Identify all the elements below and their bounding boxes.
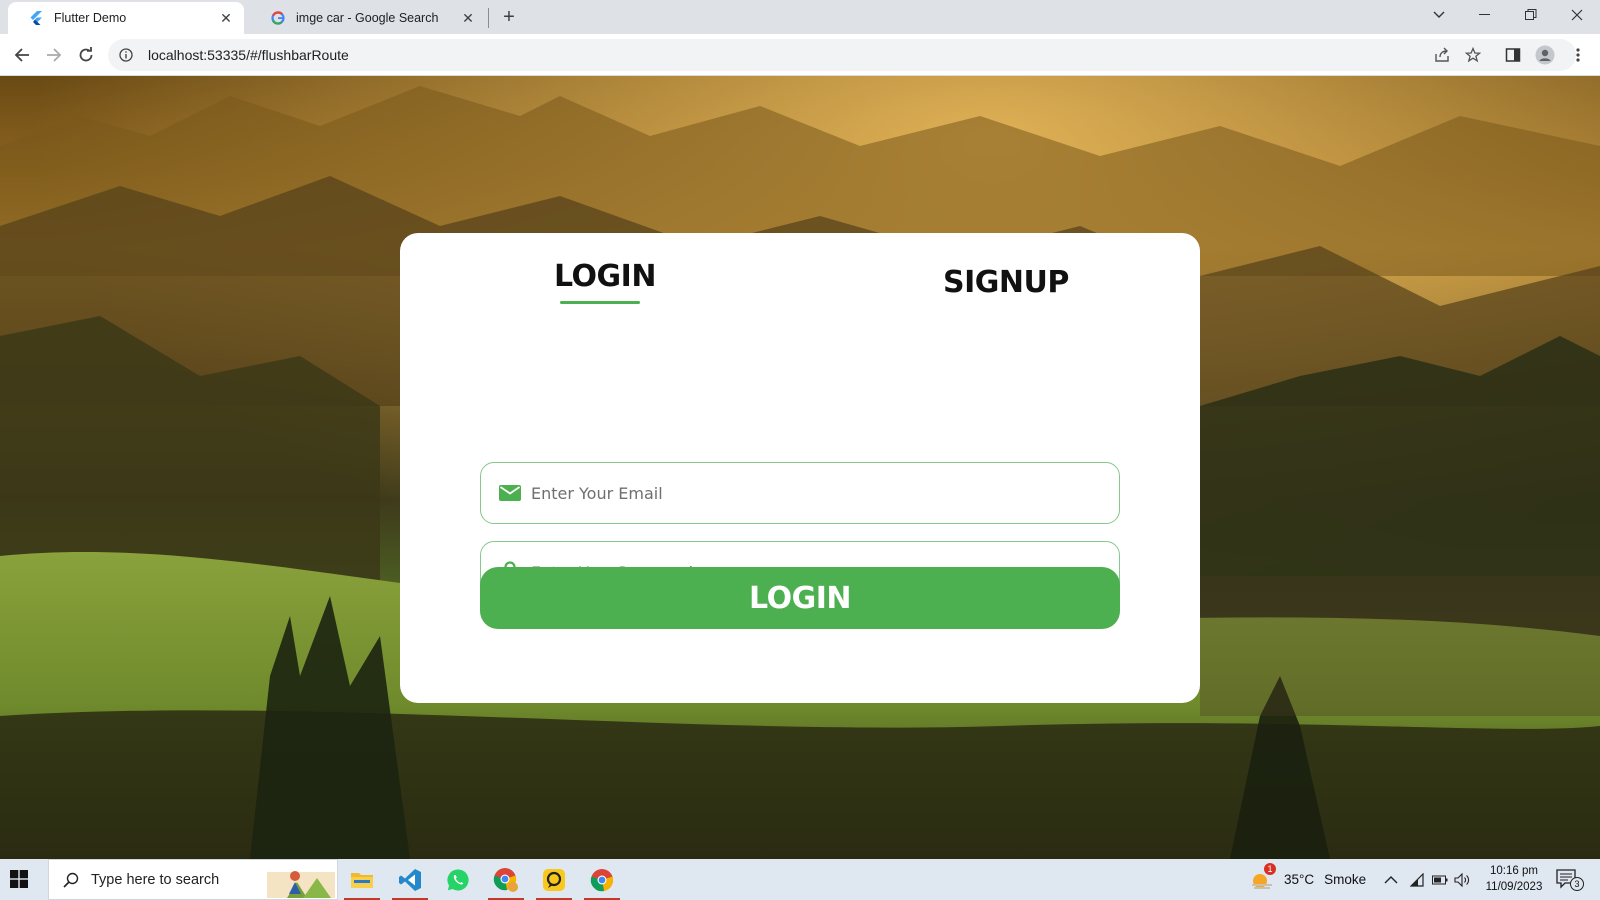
url-text: localhost:53335/#/flushbarRoute [148, 47, 349, 63]
bookmark-star-icon[interactable] [1461, 43, 1485, 67]
weather-temp: 35°C [1284, 872, 1315, 887]
taskbar: Type here to search 1 35°C Smoke 10:16 p… [0, 859, 1600, 900]
close-icon[interactable]: ✕ [218, 10, 234, 26]
login-card: LOGIN SIGNUP LOGIN [400, 233, 1200, 703]
tab-strip: Flutter Demo ✕ imge car - Google Search … [0, 0, 1600, 34]
new-tab-button[interactable]: + [498, 6, 520, 28]
chrome-icon[interactable] [578, 859, 626, 900]
show-hidden-icons[interactable] [1384, 859, 1398, 900]
tab-title: imge car - Google Search [296, 11, 439, 25]
tab-login[interactable]: LOGIN [554, 259, 656, 294]
active-tab-indicator [560, 301, 640, 304]
search-highlight-icon [267, 864, 335, 900]
tab-separator [488, 8, 489, 28]
email-field[interactable] [480, 462, 1120, 524]
close-icon[interactable]: ✕ [460, 10, 476, 26]
info-icon[interactable] [118, 47, 134, 63]
chrome-profile-icon[interactable] [482, 859, 530, 900]
system-clock[interactable]: 10:16 pm 11/09/2023 [1480, 863, 1548, 895]
share-icon[interactable] [1430, 43, 1454, 67]
menu-dots-icon[interactable] [1566, 43, 1590, 67]
email-input[interactable] [531, 483, 1091, 503]
file-explorer-icon[interactable] [338, 859, 386, 900]
mail-icon [499, 482, 521, 504]
volume-icon[interactable] [1454, 859, 1470, 900]
chat-app-icon[interactable] [530, 859, 578, 900]
weather-alert-badge: 1 [1264, 862, 1276, 875]
reload-icon[interactable] [74, 43, 98, 67]
side-panel-icon[interactable] [1501, 43, 1525, 67]
back-icon[interactable] [10, 43, 34, 67]
page-viewport: LOGIN SIGNUP LOGIN [0, 76, 1600, 859]
network-icon[interactable] [1410, 859, 1424, 900]
tab-flutter-demo[interactable]: Flutter Demo ✕ [8, 2, 244, 34]
forward-icon[interactable] [42, 43, 66, 67]
search-placeholder: Type here to search [91, 871, 220, 888]
whatsapp-icon[interactable] [434, 859, 482, 900]
vscode-icon[interactable] [386, 859, 434, 900]
notification-count-badge: 3 [1570, 877, 1584, 891]
tab-google-search[interactable]: imge car - Google Search ✕ [250, 2, 486, 34]
taskbar-search[interactable]: Type here to search [48, 859, 338, 900]
notification-icon[interactable]: 3 [1556, 869, 1584, 891]
search-icon [61, 870, 81, 890]
flutter-icon [28, 10, 44, 26]
weather-condition: Smoke [1324, 872, 1367, 887]
windows-start-icon[interactable] [10, 870, 30, 890]
tab-title: Flutter Demo [54, 11, 127, 25]
login-button[interactable]: LOGIN [480, 567, 1120, 629]
address-bar[interactable]: localhost:53335/#/flushbarRoute [108, 39, 1576, 71]
browser-toolbar: localhost:53335/#/flushbarRoute [0, 34, 1600, 76]
weather-smoke-icon: 1 [1250, 862, 1276, 891]
clock-date: 11/09/2023 [1485, 881, 1543, 893]
minimize-button[interactable] [1462, 0, 1508, 30]
tab-signup[interactable]: SIGNUP [943, 265, 1069, 300]
tab-search-icon[interactable] [1416, 0, 1462, 30]
clock-time: 10:16 pm [1490, 865, 1538, 877]
restore-button[interactable] [1508, 0, 1554, 30]
close-window-button[interactable] [1554, 0, 1600, 30]
profile-icon[interactable] [1533, 43, 1557, 67]
battery-icon[interactable] [1432, 859, 1448, 900]
weather-widget[interactable]: 1 35°C Smoke [1250, 859, 1366, 900]
google-icon [270, 10, 286, 26]
